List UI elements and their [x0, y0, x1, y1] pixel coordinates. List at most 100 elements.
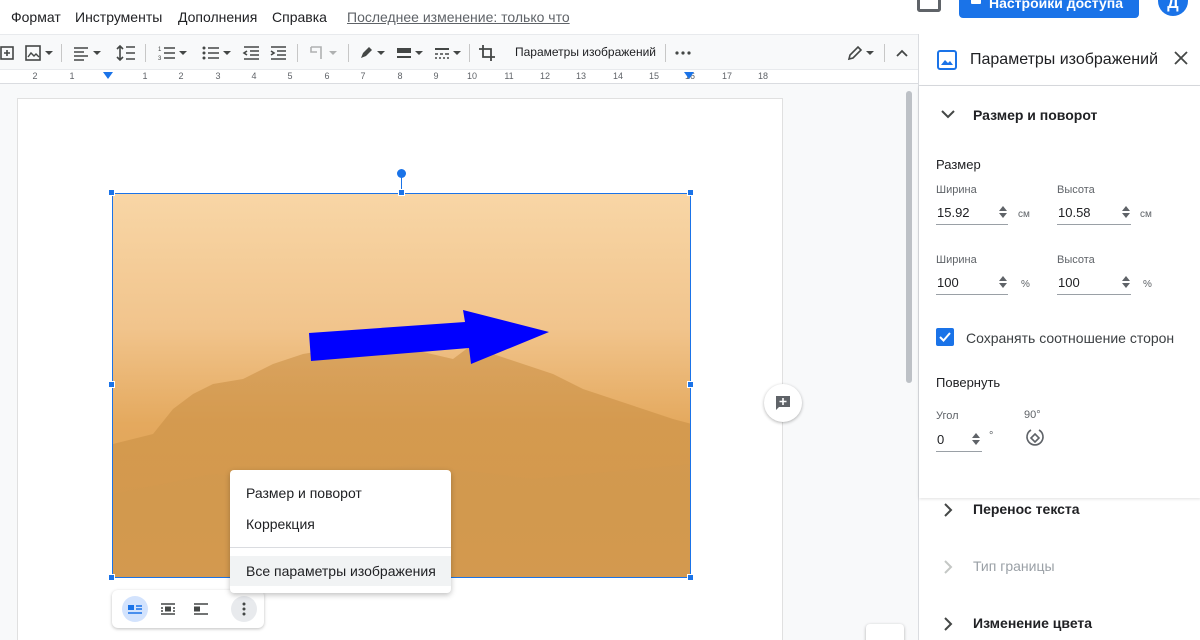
ruler-number: 17 [721, 71, 733, 81]
menu-item-adjustments[interactable]: Коррекция [230, 509, 451, 539]
border-type-section[interactable]: Тип границы [919, 547, 1200, 587]
align-icon[interactable] [70, 41, 102, 65]
height-pct-value: 100 [1058, 275, 1080, 290]
add-comment-button[interactable] [764, 384, 802, 422]
angle-stepper[interactable] [972, 433, 980, 445]
menu-tools[interactable]: Инструменты [75, 9, 162, 25]
rotate-handle[interactable] [397, 169, 406, 178]
toolbar-divider [61, 44, 62, 62]
width-pct-stepper[interactable] [999, 276, 1007, 288]
menu-format[interactable]: Формат [11, 9, 61, 25]
wrap-text-icon [161, 603, 175, 615]
right-indent-marker[interactable] [684, 72, 694, 79]
menu-addons[interactable]: Дополнения [178, 9, 257, 25]
comments-icon[interactable] [917, 0, 941, 12]
menu-help[interactable]: Справка [272, 9, 327, 25]
blue-arrow-annotation [309, 310, 549, 364]
height-label: Высота [1057, 184, 1095, 196]
menu-item-size-rotate[interactable]: Размер и поворот [230, 478, 451, 508]
collapse-menus-icon[interactable] [892, 41, 912, 65]
resize-handle-left[interactable] [108, 381, 115, 388]
height-pct-stepper[interactable] [1122, 276, 1130, 288]
explore-button[interactable] [866, 624, 904, 640]
menu-divider [230, 547, 451, 548]
toolbar-divider [469, 44, 470, 62]
width-pct-label: Ширина [936, 254, 977, 266]
section-title: Перенос текста [973, 501, 1080, 517]
border-color-icon[interactable] [355, 41, 387, 65]
height-pct-input[interactable]: 100 [1057, 271, 1131, 295]
image-options-button[interactable]: Параметры изображений [515, 45, 656, 59]
toolbar-divider [297, 44, 298, 62]
image-options-panel: Параметры изображений Размер и поворот Р… [918, 34, 1200, 640]
more-icon[interactable] [672, 41, 694, 65]
ruler-number: 12 [539, 71, 551, 81]
height-pct-label: Высота [1057, 254, 1095, 266]
width-cm-stepper[interactable] [999, 206, 1007, 218]
width-cm-input[interactable]: 15.92 [936, 201, 1008, 225]
unit-cm: см [1018, 209, 1030, 220]
share-button-label: Настройки доступа [989, 0, 1124, 11]
paint-format-icon[interactable] [304, 41, 340, 65]
svg-text:1: 1 [158, 47, 162, 53]
unit-cm: см [1140, 209, 1152, 220]
height-cm-input[interactable]: 10.58 [1057, 201, 1131, 225]
resize-handle-bottom-right[interactable] [687, 574, 694, 581]
numbered-list-icon[interactable]: 13 [154, 41, 190, 65]
scrollbar[interactable] [906, 91, 912, 383]
resize-handle-top-right[interactable] [687, 189, 694, 196]
lock-icon [971, 0, 981, 4]
border-dash-icon[interactable] [431, 41, 463, 65]
toolbar: 13 Параметры изображений [0, 34, 918, 70]
recolor-section[interactable]: Изменение цвета [919, 604, 1200, 640]
share-button[interactable]: Настройки доступа [959, 0, 1139, 18]
rotate-90-icon[interactable] [1025, 426, 1047, 448]
toolbar-divider [348, 44, 349, 62]
last-edit-link[interactable]: Последнее изменение: только что [347, 9, 570, 25]
keep-ratio-checkbox[interactable] [936, 328, 954, 346]
ruler-number: 18 [757, 71, 769, 81]
add-comment-icon [776, 396, 790, 410]
svg-text:3: 3 [158, 56, 162, 61]
image-options-menu: Размер и поворот Коррекция Все параметры… [230, 470, 451, 593]
ruler-number: 6 [324, 71, 330, 81]
ruler-number: 13 [575, 71, 587, 81]
ruler-number: 8 [397, 71, 403, 81]
insert-table-icon[interactable] [0, 41, 16, 65]
text-wrap-section[interactable]: Перенос текста [919, 490, 1200, 530]
ruler-number: 7 [360, 71, 366, 81]
width-pct-input[interactable]: 100 [936, 271, 1008, 295]
size-rotate-header[interactable]: Размер и поворот [919, 96, 1200, 136]
close-icon[interactable] [1174, 51, 1188, 65]
editing-mode-icon[interactable] [842, 41, 878, 65]
left-indent-marker[interactable] [103, 72, 113, 79]
chevron-down-icon [941, 110, 955, 119]
rotate-90-label: 90° [1024, 409, 1041, 421]
resize-handle-bottom-left[interactable] [108, 574, 115, 581]
resize-handle-top[interactable] [398, 189, 405, 196]
ruler[interactable]: 2 1 1 2 3 4 5 6 7 8 9 10 11 12 13 14 15 … [0, 70, 918, 84]
crop-icon[interactable] [476, 41, 498, 65]
wrap-inline-button[interactable] [122, 596, 148, 622]
height-cm-stepper[interactable] [1122, 206, 1130, 218]
ruler-number: 4 [251, 71, 257, 81]
resize-handle-right[interactable] [687, 381, 694, 388]
wrap-text-button[interactable] [155, 596, 181, 622]
ruler-number: 9 [433, 71, 439, 81]
menu-item-all-image-options[interactable]: Все параметры изображения [230, 556, 451, 586]
resize-handle-top-left[interactable] [108, 189, 115, 196]
ruler-number: 15 [648, 71, 660, 81]
bulleted-list-icon[interactable] [198, 41, 234, 65]
decrease-indent-icon[interactable] [240, 41, 262, 65]
unit-percent: % [1021, 279, 1030, 290]
border-weight-icon[interactable] [393, 41, 425, 65]
angle-input[interactable]: 0 [936, 428, 982, 452]
more-image-options-button[interactable] [231, 596, 257, 622]
avatar[interactable]: Д [1158, 0, 1188, 16]
break-text-button[interactable] [188, 596, 214, 622]
keep-ratio-label[interactable]: Сохранять соотношение сторон [966, 330, 1174, 346]
insert-image-icon[interactable] [22, 41, 54, 65]
line-spacing-icon[interactable] [114, 41, 138, 65]
angle-value: 0 [937, 432, 945, 447]
increase-indent-icon[interactable] [267, 41, 289, 65]
